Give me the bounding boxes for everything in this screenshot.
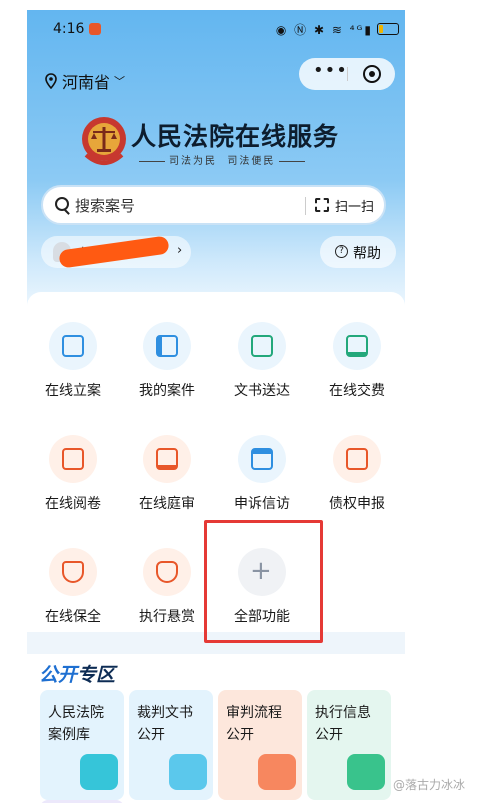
file-reading-icon bbox=[49, 435, 97, 483]
status-time: 4:16 bbox=[53, 21, 85, 37]
service-online-filing[interactable]: 在线立案 bbox=[28, 322, 118, 400]
service-online-hearing[interactable]: 在线庭审 bbox=[122, 435, 212, 513]
question-icon: ? bbox=[335, 245, 348, 258]
help-button[interactable]: ? 帮助 bbox=[320, 236, 396, 268]
search-icon bbox=[55, 197, 69, 211]
search-input[interactable] bbox=[73, 193, 277, 219]
document-book-icon bbox=[169, 754, 207, 790]
scan-icon[interactable] bbox=[315, 198, 329, 212]
search-divider bbox=[305, 197, 306, 215]
service-claim-declaration[interactable]: 债权申报 bbox=[312, 435, 402, 513]
location-label: 河南省 bbox=[62, 73, 111, 92]
card-judgment-documents[interactable]: 裁判文书 公开 bbox=[129, 690, 213, 800]
close-miniprogram-icon[interactable] bbox=[363, 65, 381, 83]
money-bag-icon bbox=[143, 548, 191, 596]
service-online-reading[interactable]: 在线阅卷 bbox=[28, 435, 118, 513]
service-petition[interactable]: 申诉信访 bbox=[217, 435, 307, 513]
highlight-box-all-functions bbox=[204, 520, 323, 643]
payment-screen-icon bbox=[333, 322, 381, 370]
service-online-payment[interactable]: 在线交费 bbox=[312, 322, 402, 400]
slogan: 司法为民 司法便民 bbox=[135, 152, 309, 167]
scan-button[interactable]: 扫一扫 bbox=[335, 196, 374, 215]
shield-protect-icon bbox=[49, 548, 97, 596]
watermark: @落古力冰冰 bbox=[393, 778, 466, 792]
case-book-icon bbox=[143, 322, 191, 370]
process-flow-icon bbox=[258, 754, 296, 790]
gavel-screen-icon bbox=[143, 435, 191, 483]
service-online-preservation[interactable]: 在线保全 bbox=[28, 548, 118, 626]
calendar-icon bbox=[347, 754, 385, 790]
chevron-right-icon: › bbox=[177, 243, 183, 258]
public-section-title: 公开专区 bbox=[39, 664, 116, 686]
books-icon bbox=[80, 754, 118, 790]
notification-app-icon bbox=[89, 23, 101, 35]
location-selector[interactable]: 河南省 ﹀ bbox=[45, 69, 125, 93]
phone-screen: 4:16 ◉ Ⓝ ✱ ≋ ⁴ᴳ▮ 河南省 ﹀ ••• 人民法院在线服务 司法为民… bbox=[27, 10, 405, 803]
status-icons: ◉ Ⓝ ✱ ≋ ⁴ᴳ▮ bbox=[275, 23, 373, 37]
petition-inbox-icon bbox=[238, 435, 286, 483]
service-execution-reward[interactable]: 执行悬赏 bbox=[122, 548, 212, 626]
page-title: 人民法院在线服务 bbox=[131, 122, 340, 151]
more-options-icon[interactable]: ••• bbox=[313, 60, 348, 81]
slogan-right: 司法便民 bbox=[227, 156, 276, 167]
service-document-delivery[interactable]: 文书送达 bbox=[217, 322, 307, 400]
card-trial-process[interactable]: 审判流程 公开 bbox=[218, 690, 302, 800]
claim-declaration-icon bbox=[333, 435, 381, 483]
search-bar: 扫一扫 bbox=[41, 185, 386, 225]
capsule-divider bbox=[347, 67, 348, 81]
edit-doc-icon bbox=[49, 322, 97, 370]
battery-level bbox=[379, 25, 384, 33]
card-execution-info[interactable]: 执行信息 公开 bbox=[307, 690, 391, 800]
document-check-icon bbox=[238, 322, 286, 370]
slogan-left: 司法为民 bbox=[169, 156, 217, 167]
card-case-library[interactable]: 人民法院 案例库 bbox=[40, 690, 124, 800]
status-bar: 4:16 ◉ Ⓝ ✱ ≋ ⁴ᴳ▮ bbox=[27, 10, 405, 48]
chevron-down-icon: ﹀ bbox=[114, 75, 126, 88]
battery-icon bbox=[377, 23, 399, 35]
help-label: 帮助 bbox=[353, 246, 381, 262]
location-pin-icon bbox=[45, 73, 57, 89]
court-emblem-logo bbox=[82, 117, 126, 165]
service-my-cases[interactable]: 我的案件 bbox=[122, 322, 212, 400]
miniprogram-capsule: ••• bbox=[299, 58, 395, 90]
